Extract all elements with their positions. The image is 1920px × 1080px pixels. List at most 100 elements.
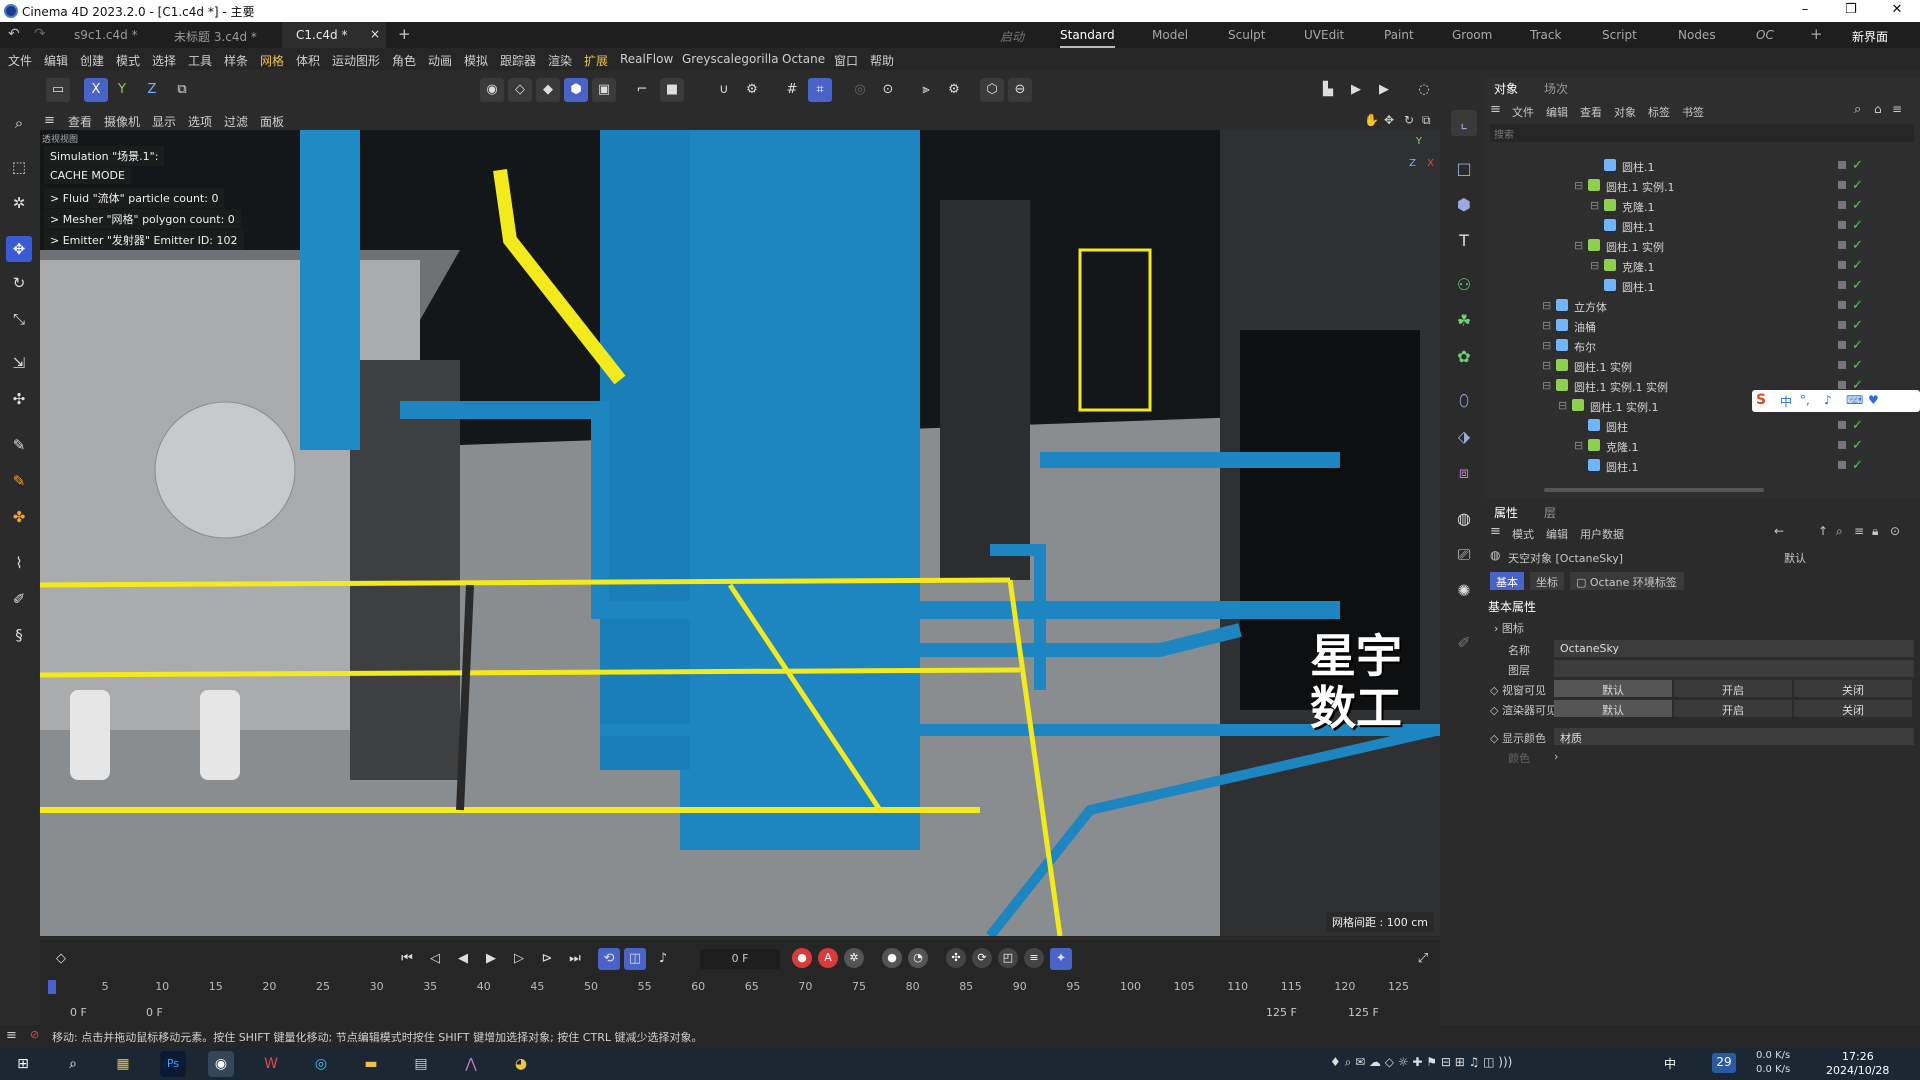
object-tree-row[interactable]: ⊟ 克隆.1 ✓ [1484, 436, 1920, 456]
menu-spline[interactable]: 样条 [224, 52, 248, 69]
viewport-menu-panel[interactable]: 面板 [260, 113, 284, 130]
icon-group-toggle[interactable]: › 图标 [1494, 620, 1524, 636]
expand-toggle-icon[interactable]: ⊟ [1542, 379, 1551, 392]
keyframe-diamond-icon[interactable]: ◇ [1490, 704, 1502, 717]
tab-untitled3[interactable]: 未标题 3.c4d * [160, 22, 271, 48]
dolly-icon[interactable]: ✥ [1384, 113, 1394, 127]
menu-mode[interactable]: 模式 [116, 52, 140, 69]
pan-icon[interactable]: ✋ [1364, 113, 1379, 127]
visibility-toggle-icon[interactable] [1838, 361, 1846, 369]
color-expand-chevron-icon[interactable]: › [1554, 750, 1558, 763]
light-icon[interactable]: ✺ [1451, 578, 1477, 604]
menu-realflow[interactable]: RealFlow [620, 52, 673, 66]
expand-toggle-icon[interactable]: ⊟ [1542, 359, 1551, 372]
keyframe-diamond-icon[interactable]: ◇ [1490, 732, 1502, 745]
environment-icon[interactable]: ◍ [1451, 506, 1477, 532]
next-key-icon[interactable]: ⊳ [536, 948, 558, 970]
tab-layers[interactable]: 层 [1544, 504, 1556, 521]
enabled-check-icon[interactable]: ✓ [1852, 418, 1863, 433]
menu-window[interactable]: 窗口 [834, 52, 858, 69]
magnet-icon[interactable]: ∪ [712, 78, 736, 102]
object-name[interactable]: 油桶 [1574, 319, 1596, 335]
tab-objects[interactable]: 对象 [1494, 80, 1518, 97]
menu-octane[interactable]: Octane [782, 52, 825, 66]
om-menu-object[interactable]: 对象 [1614, 104, 1636, 120]
editor-vis-off[interactable]: 关闭 [1794, 680, 1912, 697]
menu-animate[interactable]: 动画 [428, 52, 452, 69]
next-frame-icon[interactable]: ▷ [508, 948, 530, 970]
viewport-menu-filter[interactable]: 过滤 [224, 113, 248, 130]
object-name[interactable]: 圆柱.1 实例.1 [1606, 179, 1675, 195]
object-name[interactable]: 圆柱.1 [1606, 459, 1639, 475]
enabled-check-icon[interactable]: ✓ [1852, 318, 1863, 333]
subtab-basic[interactable]: 基本 [1490, 572, 1524, 590]
ai-app-icon[interactable]: ⋀ [458, 1051, 484, 1077]
ime-toolbar[interactable]: S 中 °, ♪ ⌨ ♥ [1752, 390, 1920, 412]
object-tree-row[interactable]: 圆柱.1 ✓ [1484, 456, 1920, 476]
end-frame-field[interactable]: 125 F [1348, 1006, 1379, 1019]
visibility-toggle-icon[interactable] [1838, 381, 1846, 389]
layout-script[interactable]: Script [1602, 22, 1637, 48]
enabled-check-icon[interactable]: ✓ [1852, 438, 1863, 453]
symmetry-settings-icon[interactable]: ⚙ [942, 78, 966, 102]
menu-mesh[interactable]: 网格 [260, 52, 284, 69]
select-tool-icon[interactable]: ⬚ [6, 154, 32, 180]
transform-tool-icon[interactable]: ✣ [6, 386, 32, 412]
om-menu-bookmarks[interactable]: 书签 [1682, 104, 1704, 120]
visibility-toggle-icon[interactable] [1838, 161, 1846, 169]
new-layout-button[interactable]: 新界面 [1852, 22, 1888, 48]
object-name[interactable]: 克隆.1 [1606, 439, 1639, 455]
scale-key-icon[interactable]: ✣ [946, 948, 966, 968]
visibility-toggle-icon[interactable] [1838, 261, 1846, 269]
expand-toggle-icon[interactable]: ⊟ [1574, 439, 1583, 452]
file-explorer-icon[interactable]: ▬ [358, 1051, 384, 1077]
render-active-view-icon[interactable]: ▶ [1344, 78, 1368, 102]
polygons-mode-icon[interactable]: ◆ [536, 78, 560, 102]
move-gizmo-icon[interactable]: ✲ [6, 190, 32, 216]
taskbar-search-icon[interactable]: ⌕ [60, 1051, 86, 1077]
om-menu-tags[interactable]: 标签 [1648, 104, 1670, 120]
camera-icon[interactable]: ⎚ [1451, 542, 1477, 568]
current-frame-field[interactable]: 0 F [700, 949, 780, 969]
notepad-icon[interactable]: ▤ [408, 1051, 434, 1077]
go-to-start-icon[interactable]: ⏮ [396, 948, 418, 970]
layout-uvedit[interactable]: UVEdit [1304, 22, 1344, 48]
orbit-icon[interactable]: ↻ [1404, 113, 1414, 127]
play-icon[interactable]: ▶ [480, 948, 502, 970]
tab-attributes[interactable]: 属性 [1494, 504, 1518, 521]
quantize-icon[interactable]: ⌗ [808, 78, 832, 102]
ime-skin-icon[interactable]: ♥ [1868, 393, 1879, 407]
menu-help[interactable]: 帮助 [870, 52, 894, 69]
edges-mode-icon[interactable]: ◇ [508, 78, 532, 102]
enabled-check-icon[interactable]: ✓ [1852, 278, 1863, 293]
layout-oc[interactable]: OC [1756, 22, 1774, 48]
coordinate-system-icon[interactable]: ⧉ [170, 78, 194, 102]
sketch-tool-icon[interactable]: ✎ [6, 468, 32, 494]
object-name[interactable]: 圆柱.1 [1622, 219, 1655, 235]
prev-frame-icon[interactable]: ◀ [452, 948, 474, 970]
system-tray-icons[interactable]: ♦ ⌕ ✉ ☁ ◇ ☼ ✚ ⚑ ⊟ ⊞ ♫ ◫ ))) [1330, 1055, 1512, 1070]
visibility-toggle-icon[interactable] [1838, 341, 1846, 349]
ime-mic-icon[interactable]: ♪ [1824, 393, 1832, 407]
menu-volume[interactable]: 体积 [296, 52, 320, 69]
layout-standard[interactable]: Standard [1060, 22, 1115, 48]
photoshop-icon[interactable]: Ps [160, 1051, 186, 1077]
am-settings-icon[interactable]: ⊙ [1890, 524, 1900, 538]
object-tree-row[interactable]: ⊟ 克隆.1 ✓ [1484, 256, 1920, 276]
menu-character[interactable]: 角色 [392, 52, 416, 69]
am-lock-icon[interactable]: 🔒︎ [1872, 524, 1878, 539]
render-vis-on[interactable]: 开启 [1674, 700, 1792, 717]
menu-select[interactable]: 选择 [152, 52, 176, 69]
om-menu-view[interactable]: 查看 [1580, 104, 1602, 120]
editor-vis-default[interactable]: 默认 [1554, 680, 1672, 697]
render-settings-icon[interactable]: ◌ [1412, 78, 1436, 102]
tab-c1[interactable]: C1.c4d * × [282, 22, 386, 48]
am-search-icon[interactable]: ⌕ [1836, 524, 1843, 539]
viewport-menu-options[interactable]: 选项 [188, 113, 212, 130]
layer-field[interactable] [1554, 660, 1914, 677]
bend-tool-icon[interactable]: § [6, 622, 32, 648]
mograph-cloner-icon[interactable]: ⚇ [1451, 272, 1477, 298]
keyframe-mode-icon[interactable]: ◇ [50, 948, 72, 970]
3d-viewport[interactable]: 透视视图 Simulation "场景.1": CACHE MODE > Flu… [40, 130, 1440, 936]
notification-badge[interactable]: 29 [1712, 1053, 1736, 1073]
